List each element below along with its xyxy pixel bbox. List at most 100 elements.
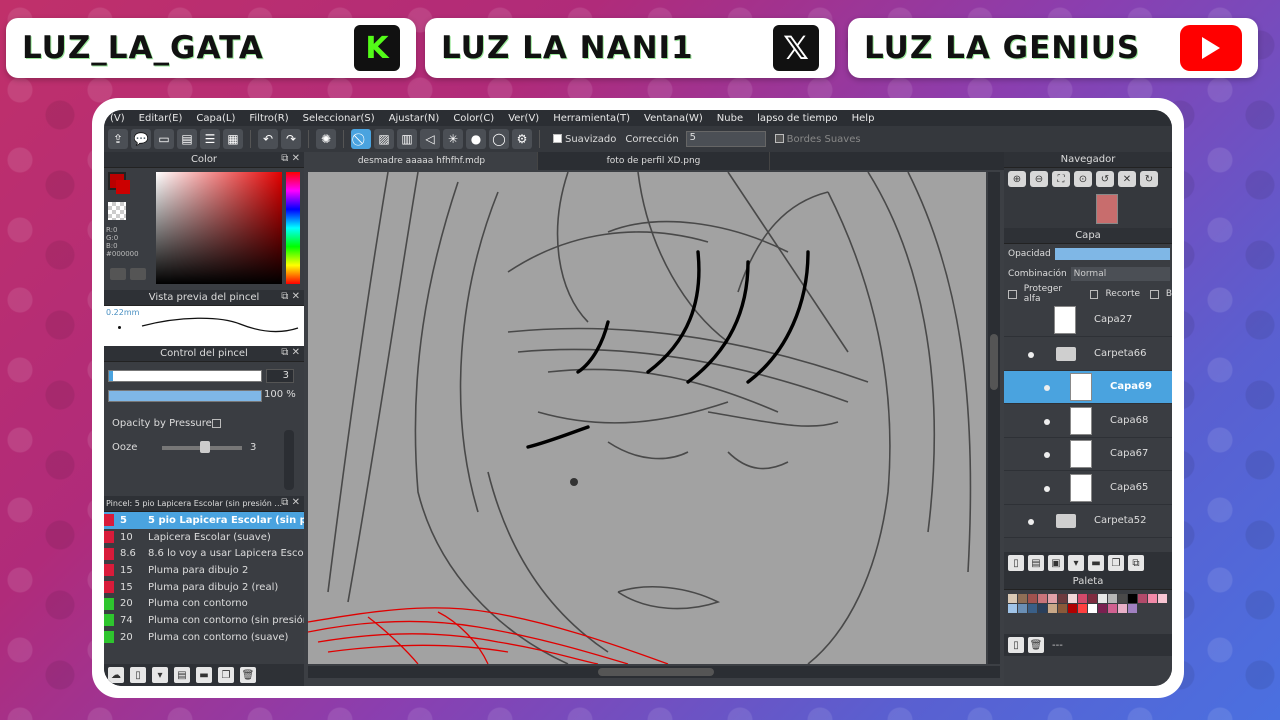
saturation-value-picker[interactable] [156, 172, 282, 284]
snap-off-icon[interactable]: ⃠ [351, 129, 371, 149]
palette-swatch[interactable] [1108, 594, 1117, 603]
palette-swatch[interactable] [1128, 604, 1137, 613]
duplicate-icon[interactable]: ❐ [218, 667, 234, 683]
new-halftone-layer-icon[interactable]: ▤ [1028, 555, 1044, 571]
palette-swatch[interactable] [1088, 604, 1097, 613]
palette-swatch[interactable] [1008, 594, 1017, 603]
rotate-right-icon[interactable]: ↻ [1140, 171, 1158, 187]
horizontal-scroll-thumb[interactable] [598, 668, 714, 676]
brush-list-item[interactable]: 20 Pluma con contorno [104, 595, 304, 612]
delete-color-icon[interactable]: 🗑 [1028, 637, 1044, 653]
palette-swatch[interactable] [1078, 604, 1087, 613]
duplicate-layer-icon[interactable]: ❐ [1108, 555, 1124, 571]
redo-icon[interactable]: ↷ [281, 129, 301, 149]
add-color-icon[interactable]: ▯ [1008, 637, 1024, 653]
layer-item[interactable]: Capa27 [1004, 304, 1172, 337]
curve-snap-icon[interactable]: ◯ [489, 129, 509, 149]
layer-item[interactable]: Capa65 [1004, 472, 1172, 505]
palette-swatch[interactable] [1058, 594, 1067, 603]
snap-settings-icon[interactable]: ⚙ [512, 129, 532, 149]
palette-swatch[interactable] [1048, 594, 1057, 603]
canvas-horizontal-scrollbar[interactable] [308, 666, 1000, 678]
comment-icon[interactable]: ▭ [154, 129, 174, 149]
close-icon[interactable]: ⧉ ✕ [281, 347, 300, 358]
palette-swatch[interactable] [1118, 604, 1127, 613]
protect-alpha-checkbox[interactable] [1008, 289, 1017, 299]
palette-swatch[interactable] [1028, 604, 1037, 613]
layer-item[interactable]: Capa67 [1004, 438, 1172, 471]
palette-swatch[interactable] [1018, 604, 1027, 613]
blend-mode-select[interactable]: Normal [1070, 267, 1170, 281]
close-icon[interactable]: ⧉ ✕ [281, 153, 300, 164]
palette-swatch[interactable] [1028, 594, 1037, 603]
rotate-reset-icon[interactable]: ✕ [1118, 171, 1136, 187]
menu-item[interactable]: Filtro(R) [249, 113, 288, 124]
visibility-icon[interactable] [1028, 519, 1034, 525]
palette-swatch[interactable] [1078, 594, 1087, 603]
fit-screen-icon[interactable]: ⛶ [1052, 171, 1070, 187]
antialias-toggle[interactable]: Suavizado [553, 134, 616, 145]
extra-option-checkbox[interactable] [1150, 289, 1159, 299]
palette-swatch[interactable] [1068, 594, 1077, 603]
close-icon[interactable]: ⧉ ✕ [281, 291, 300, 302]
palette-swatch[interactable] [1138, 594, 1147, 603]
zoom-in-icon[interactable]: ⊕ [1008, 171, 1026, 187]
menu-item[interactable]: Editar(E) [139, 113, 183, 124]
vanishing-snap-icon[interactable]: ◁ [420, 129, 440, 149]
cloud-icon[interactable]: ☁ [108, 667, 124, 683]
transparent-color-swatch[interactable] [108, 202, 126, 220]
visibility-icon[interactable] [1044, 385, 1050, 391]
brush-list-item[interactable]: 74 Pluma con contorno (sin presión) [104, 612, 304, 629]
menu-item[interactable]: Herramienta(T) [553, 113, 630, 124]
brush-list-item[interactable]: 15 Pluma para dibujo 2 (real) [104, 579, 304, 596]
palette-swatch[interactable] [1068, 604, 1077, 613]
cross-snap-icon[interactable]: ▥ [397, 129, 417, 149]
antialias-checkbox[interactable] [553, 134, 562, 143]
folder-icon[interactable]: ▬ [196, 667, 212, 683]
close-icon[interactable]: ⧉ ✕ [281, 497, 300, 508]
palette-swatch[interactable] [1018, 594, 1027, 603]
layer-folder[interactable]: Carpeta66 [1004, 338, 1172, 371]
palette-swatch[interactable] [1098, 594, 1107, 603]
brush-list-item[interactable]: 10 Lapicera Escolar (suave) [104, 529, 304, 546]
visibility-icon[interactable] [1028, 351, 1034, 358]
palette-swatch[interactable] [1008, 604, 1017, 613]
brush-size-value[interactable]: 3 [266, 369, 294, 383]
new-folder-icon[interactable]: ▬ [1088, 555, 1104, 571]
tab-document-2[interactable]: foto de perfil XD.png [538, 152, 770, 170]
visibility-icon[interactable] [1044, 485, 1050, 492]
hue-slider[interactable] [286, 172, 300, 284]
visibility-icon[interactable] [1044, 452, 1050, 458]
merge-layer-icon[interactable]: ⧉ [1128, 555, 1144, 571]
brush-list-item[interactable]: 20 Pluma con contorno (suave) [104, 629, 304, 646]
palette-swatch[interactable] [1088, 594, 1097, 603]
new-layer-icon[interactable]: ▯ [1008, 555, 1024, 571]
menu-item[interactable]: Nube [717, 113, 743, 124]
add-brush-icon[interactable]: ▾ [152, 667, 168, 683]
parallel-snap-icon[interactable]: ▨ [374, 129, 394, 149]
soft-edges-checkbox[interactable] [774, 134, 784, 143]
menu-item[interactable]: Capa(L) [196, 113, 235, 124]
palette-swatch[interactable] [1128, 594, 1137, 603]
correction-select[interactable]: 5 [685, 131, 766, 147]
chat-icon[interactable]: 💬 [131, 129, 151, 149]
canvas-vertical-scrollbar[interactable] [988, 172, 1000, 664]
palette-swatch[interactable] [1158, 594, 1167, 603]
color-mode-button[interactable] [110, 268, 126, 280]
drawing-canvas[interactable] [308, 172, 986, 664]
palette-swatch[interactable] [1108, 604, 1117, 613]
palette-swatch[interactable] [1118, 594, 1127, 603]
zoom-out-icon[interactable]: ⊖ [1030, 171, 1048, 187]
layer-item[interactable]: Capa68 [1004, 405, 1172, 438]
clipping-checkbox[interactable] [1089, 289, 1099, 299]
palette-swatch[interactable] [1038, 604, 1047, 613]
new-brush-icon[interactable]: ▯ [130, 667, 146, 683]
tab-document-1[interactable]: desmadre aaaaa hfhfhf.mdp [306, 152, 538, 170]
brush-settings-icon[interactable]: ▤ [174, 667, 190, 683]
menu-item[interactable]: Color(C) [453, 113, 494, 124]
menu-item[interactable]: Ver(V) [508, 113, 539, 124]
layer-folder[interactable]: Carpeta52 [1004, 505, 1172, 538]
menu-item[interactable]: lapso de tiempo [757, 113, 838, 124]
export-icon[interactable]: ⇪ [108, 129, 128, 149]
radial-snap-icon[interactable]: ✳ [443, 129, 463, 149]
